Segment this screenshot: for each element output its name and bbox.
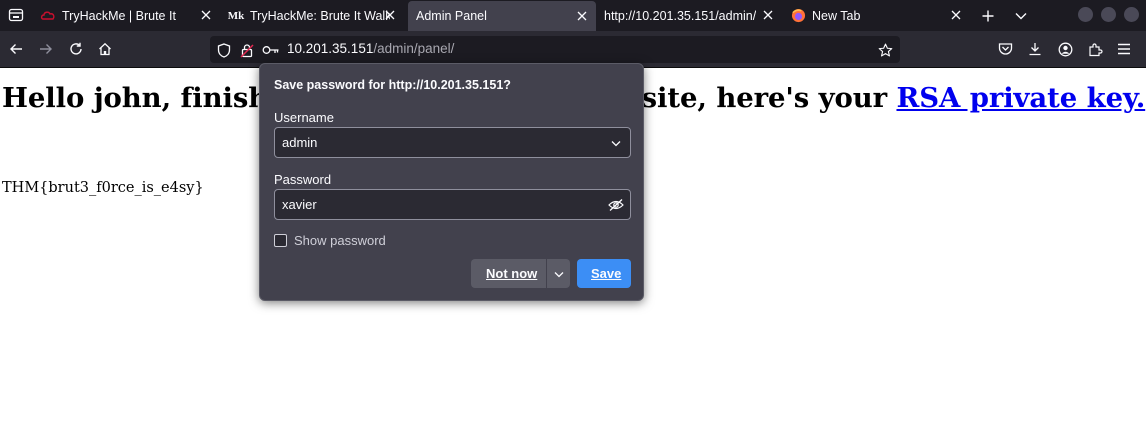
close-tab-icon[interactable] <box>198 7 214 23</box>
medium-icon: Mk <box>228 9 245 22</box>
save-password-popup: Save password for http://10.201.35.151? … <box>259 63 644 301</box>
tab-admin-url[interactable]: http://10.201.35.151/admin/ <box>600 0 782 31</box>
save-label: Save <box>591 266 622 281</box>
flag-text: THM{brut3_f0rce_is_e4sy} <box>2 180 204 196</box>
maximize-window-button[interactable] <box>1101 7 1116 22</box>
reload-icon[interactable] <box>66 39 86 59</box>
tab-new-tab[interactable]: New Tab <box>790 0 970 31</box>
username-dropdown-chevron-icon[interactable] <box>608 135 624 151</box>
tab-admin-panel[interactable]: Admin Panel <box>408 1 596 31</box>
popup-title: Save password for http://10.201.35.151? <box>274 78 511 92</box>
insecure-lock-icon[interactable] <box>238 41 256 59</box>
pocket-icon[interactable] <box>995 39 1015 59</box>
url-host: 10.201.35.151 <box>287 41 374 56</box>
minimize-window-button[interactable] <box>1078 7 1093 22</box>
tab-title: TryHackMe: Brute It Walk <box>250 8 390 23</box>
tab-brute-it-walkthrough[interactable]: Mk TryHackMe: Brute It Walk <box>228 0 404 31</box>
downloads-icon[interactable] <box>1025 39 1045 59</box>
tab-title: TryHackMe | Brute It <box>62 8 176 23</box>
not-now-label: Not now <box>486 266 538 281</box>
extensions-puzzle-icon[interactable] <box>1085 39 1105 59</box>
tryhackme-icon <box>40 8 56 24</box>
close-tab-icon[interactable] <box>574 8 590 24</box>
account-icon[interactable] <box>1055 39 1075 59</box>
url-text: 10.201.35.151/admin/panel/ <box>287 41 454 56</box>
firefox-icon <box>790 8 806 24</box>
url-path: /admin/panel/ <box>373 41 455 56</box>
new-tab-plus-icon[interactable] <box>978 6 998 26</box>
save-button[interactable]: Save <box>577 259 631 288</box>
close-tab-icon[interactable] <box>760 7 776 23</box>
key-icon[interactable] <box>262 41 280 59</box>
password-label: Password <box>274 172 332 187</box>
hamburger-menu-icon[interactable] <box>1114 39 1134 59</box>
hide-password-eye-icon[interactable] <box>608 197 624 213</box>
show-password-label[interactable]: Show password <box>294 233 386 248</box>
close-tab-icon[interactable] <box>948 7 964 23</box>
list-all-tabs-chevron-icon[interactable] <box>1011 6 1031 26</box>
not-now-dropdown-chevron-icon[interactable] <box>551 266 567 282</box>
home-icon[interactable] <box>95 39 115 59</box>
close-window-button[interactable] <box>1124 7 1139 22</box>
button-divider <box>546 259 547 288</box>
rsa-private-key-link[interactable]: RSA private key. <box>896 82 1145 114</box>
username-label: Username <box>274 110 334 125</box>
tab-title: http://10.201.35.151/admin/ <box>604 8 756 23</box>
password-value: xavier <box>282 197 317 212</box>
tracking-protection-shield-icon[interactable] <box>215 41 233 59</box>
show-password-checkbox[interactable] <box>274 234 287 247</box>
tab-tryhackme-brute-it[interactable]: TryHackMe | Brute It <box>40 0 220 31</box>
tab-title: Admin Panel <box>416 9 487 23</box>
close-tab-icon[interactable] <box>382 7 398 23</box>
bookmark-star-icon[interactable] <box>876 41 894 59</box>
forward-arrow-icon[interactable] <box>36 39 56 59</box>
not-now-button[interactable]: Not now <box>471 259 570 288</box>
tab-strip: TryHackMe | Brute It Mk TryHackMe: Brute… <box>0 0 1146 31</box>
firefox-view-icon[interactable] <box>4 4 28 26</box>
back-arrow-icon[interactable] <box>6 39 26 59</box>
address-bar[interactable]: 10.201.35.151/admin/panel/ <box>210 36 900 63</box>
username-field[interactable]: admin <box>274 127 631 158</box>
username-value: admin <box>282 135 318 150</box>
tab-title: New Tab <box>812 8 861 23</box>
password-field[interactable]: xavier <box>274 189 631 220</box>
